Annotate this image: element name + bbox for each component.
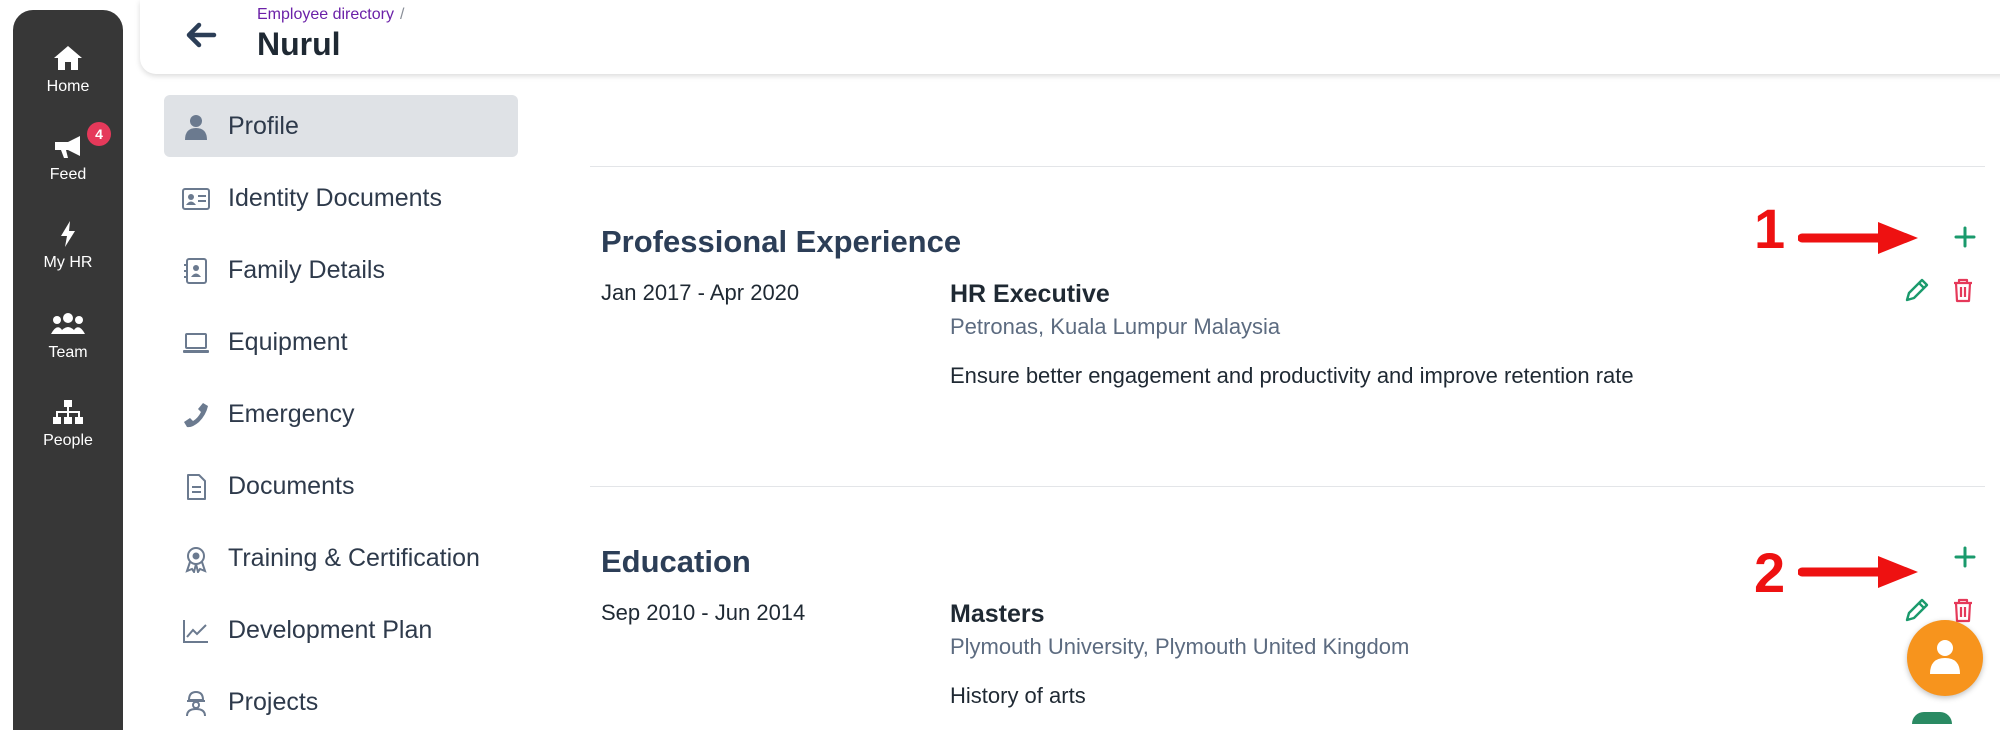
nav-item-family-details[interactable]: Family Details [164,239,518,301]
delete-experience-button[interactable] [1948,275,1978,305]
rail-item-my-hr[interactable]: My HR [13,220,123,272]
nav-item-projects[interactable]: Projects [164,671,518,733]
app-rail: Home 4 Feed My HR Team People [13,10,123,730]
rail-item-label: People [43,432,93,449]
address-book-icon [184,258,207,284]
nav-item-training-certification[interactable]: Training & Certification [164,527,518,589]
megaphone-icon [55,136,80,158]
nav-item-label: Documents [228,472,355,500]
rail-item-team[interactable]: Team [13,310,123,362]
laptop-icon [183,333,209,353]
nav-item-label: Training & Certification [228,544,480,572]
support-fab-button[interactable] [1907,620,1983,696]
rail-item-label: Team [48,344,88,361]
add-education-button[interactable] [1950,542,1980,572]
home-icon [54,46,82,70]
person-icon [1930,640,1960,674]
rail-item-feed[interactable]: 4 Feed [13,122,123,184]
nav-item-label: Profile [228,112,299,140]
page-header: Employee directory / Nurul [140,0,2000,74]
edit-experience-button[interactable] [1902,275,1932,305]
annotation-arrow-icon [1798,556,1918,588]
nav-item-label: Family Details [228,256,385,284]
experience-role: HR Executive [950,280,1110,308]
pencil-icon [1905,598,1929,622]
education-section-title: Education [601,544,751,579]
nav-item-emergency[interactable]: Emergency [164,383,518,445]
rail-item-label: My HR [43,254,93,271]
breadcrumb: Employee directory / [257,6,404,24]
section-divider [590,486,1985,487]
nav-item-development-plan[interactable]: Development Plan [164,599,518,661]
nav-item-label: Development Plan [228,616,433,644]
nav-item-identity-documents[interactable]: Identity Documents [164,167,518,229]
experience-org: Petronas, Kuala Lumpur Malaysia [950,314,1281,339]
education-org: Plymouth University, Plymouth United Kin… [950,634,1410,659]
rail-item-label: Feed [49,166,87,183]
rail-item-label: Home [46,78,90,95]
trash-icon [1954,278,1972,303]
users-icon [51,313,85,334]
arrow-left-icon [186,22,217,48]
notification-badge: 4 [87,122,111,146]
nav-item-documents[interactable]: Documents [164,455,518,517]
id-card-icon [182,188,210,210]
person-icon [185,115,207,140]
nav-item-profile[interactable]: Profile [164,95,518,157]
experience-section-title: Professional Experience [601,224,962,259]
page-title: Nurul [257,26,341,62]
annotation-number: 1 [1754,197,1786,260]
rail-item-home[interactable]: Home [13,44,123,96]
partial-button[interactable] [1912,712,1952,724]
org-chart-icon [53,400,83,424]
section-divider [590,166,1985,167]
education-date: Sep 2010 - Jun 2014 [601,600,806,625]
edit-education-button[interactable] [1902,595,1932,625]
phone-icon [184,403,208,428]
nav-item-label: Emergency [228,400,355,428]
nav-item-equipment[interactable]: Equipment [164,311,518,373]
document-icon [187,474,206,500]
bolt-icon [61,221,75,247]
experience-description: Ensure better engagement and productivit… [950,363,1634,388]
nav-item-label: Identity Documents [228,184,442,212]
nav-item-label: Projects [228,688,319,716]
chart-line-icon [183,620,208,643]
breadcrumb-separator: / [399,6,405,23]
pencil-icon [1905,278,1929,302]
add-experience-button[interactable] [1950,222,1980,252]
award-icon [185,547,207,573]
back-button[interactable] [180,14,222,56]
annotation-number: 2 [1754,541,1786,604]
plus-icon [1954,226,1976,248]
rail-item-people[interactable]: People [13,398,123,450]
annotation-arrow-icon [1798,222,1918,254]
breadcrumb-link[interactable]: Employee directory [257,6,394,23]
education-description: History of arts [950,683,1086,708]
experience-date: Jan 2017 - Apr 2020 [601,280,800,305]
worker-icon [186,690,206,717]
plus-icon [1954,546,1976,568]
nav-item-label: Equipment [228,328,348,356]
education-degree: Masters [950,600,1045,628]
